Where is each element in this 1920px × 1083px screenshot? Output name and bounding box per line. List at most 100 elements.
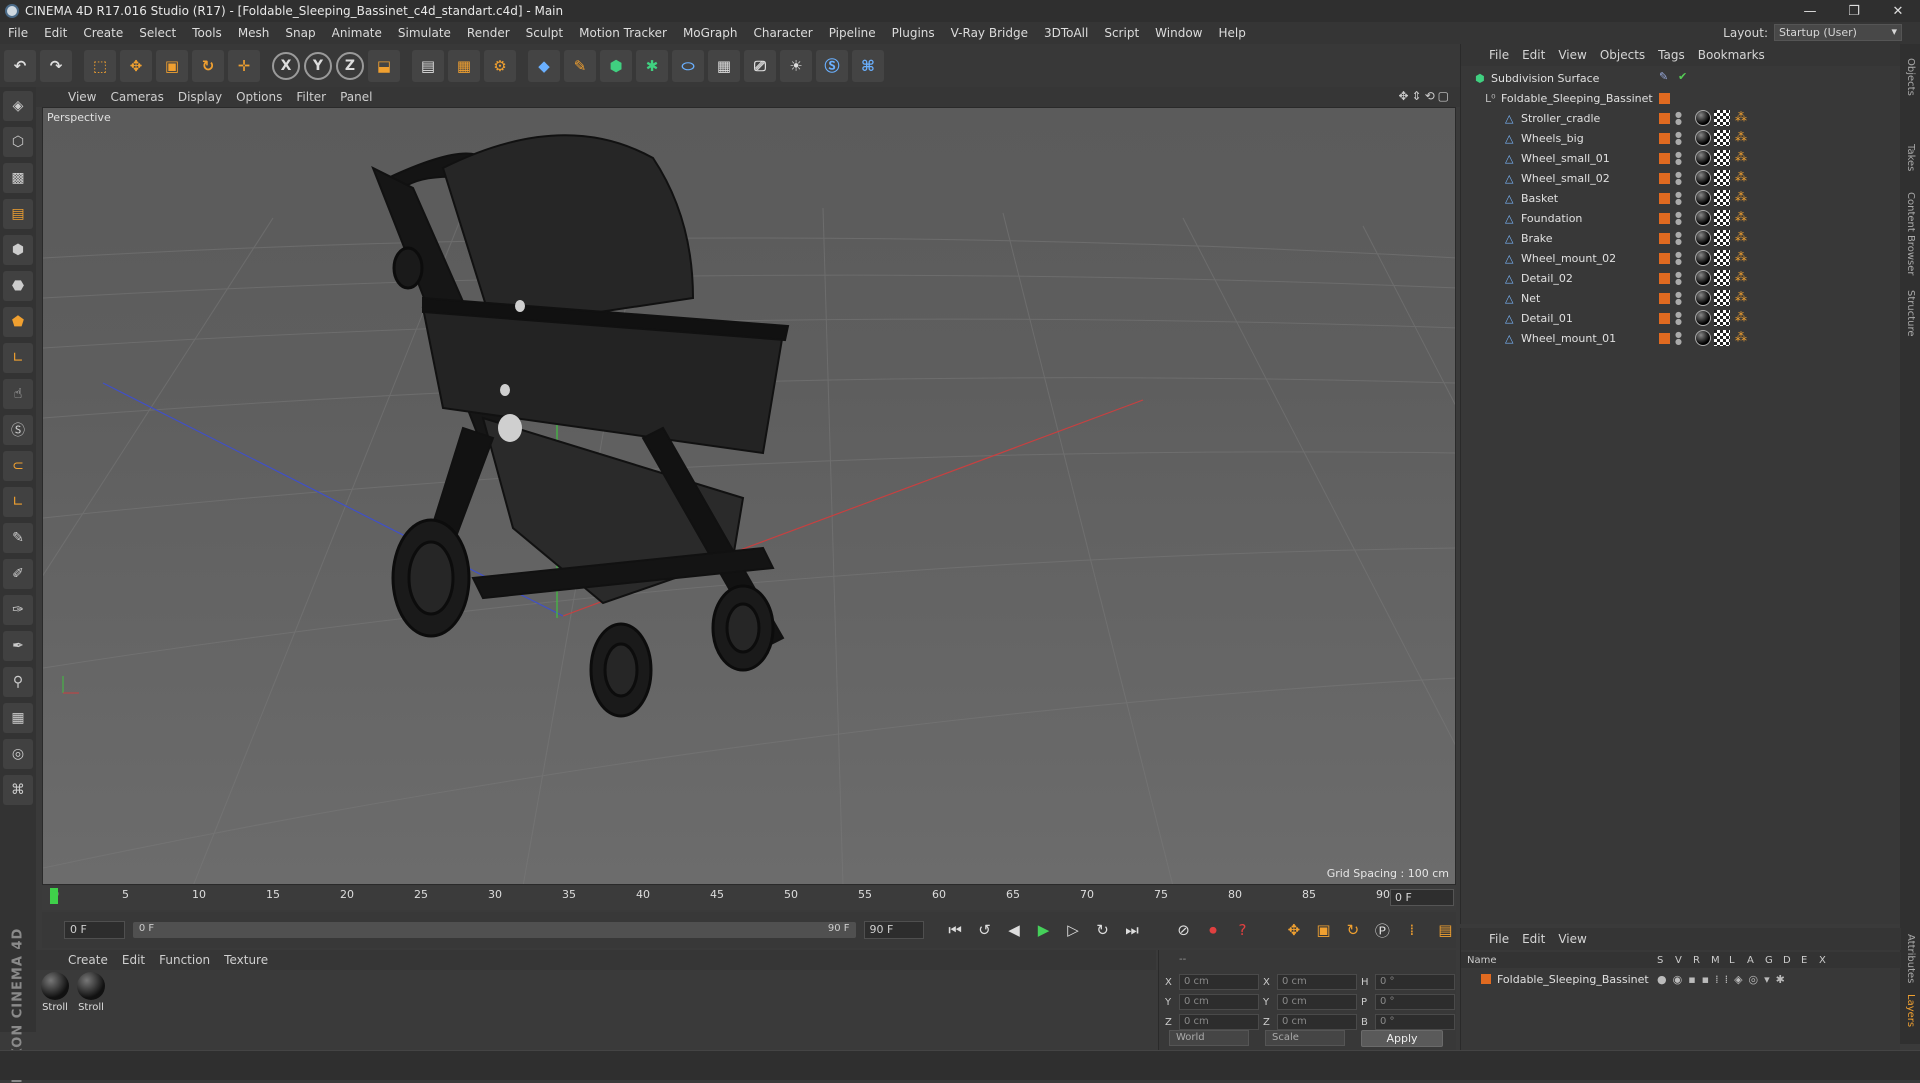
- menu-snap[interactable]: Snap: [277, 26, 323, 40]
- menu-script[interactable]: Script: [1096, 26, 1147, 40]
- python-script-icon[interactable]: ⌘: [3, 775, 33, 805]
- tree-item-child[interactable]: △ Wheel_small_01 ● ● ⁂: [1461, 148, 1901, 168]
- visibility-dots[interactable]: ● ●: [1675, 291, 1682, 306]
- grid-lock-icon[interactable]: ▦: [3, 703, 33, 733]
- apply-button[interactable]: Apply: [1361, 1030, 1443, 1047]
- visibility-dots[interactable]: ● ●: [1675, 311, 1682, 326]
- visibility-dots[interactable]: ● ●: [1675, 271, 1682, 286]
- tree-item-root[interactable]: ⬢ Subdivision Surface ✎ ✔: [1461, 68, 1901, 88]
- phong-tag-icon[interactable]: ⁂: [1733, 250, 1749, 266]
- next-frame-icon[interactable]: ▷: [1062, 919, 1083, 941]
- tree-item-child[interactable]: △ Detail_02 ● ● ⁂: [1461, 268, 1901, 288]
- layer-menu-file[interactable]: File: [1485, 932, 1518, 946]
- menu-create[interactable]: Create: [75, 26, 131, 40]
- cube-primitive-icon[interactable]: ◆: [528, 49, 560, 82]
- live-selection-icon[interactable]: ⬚: [84, 49, 116, 82]
- material-tag-icon[interactable]: [1695, 110, 1711, 126]
- material-tag-icon[interactable]: [1695, 230, 1711, 246]
- redo-icon[interactable]: ↷: [40, 49, 72, 82]
- viewport-menu-options[interactable]: Options: [232, 90, 292, 104]
- uvw-tag-icon[interactable]: [1714, 250, 1730, 266]
- cloner-icon[interactable]: ✱: [636, 49, 668, 82]
- tree-item-child[interactable]: △ Basket ● ● ⁂: [1461, 188, 1901, 208]
- uvw-tag-icon[interactable]: [1714, 310, 1730, 326]
- menu-mograph[interactable]: MoGraph: [675, 26, 746, 40]
- play-icon[interactable]: ▶: [1033, 919, 1054, 941]
- previous-key-icon[interactable]: ↺: [974, 919, 995, 941]
- key-position-icon[interactable]: ✥: [1283, 919, 1304, 941]
- menu-render[interactable]: Render: [459, 26, 518, 40]
- menu-motion-tracker[interactable]: Motion Tracker: [571, 26, 675, 40]
- material-tag-icon[interactable]: [1695, 310, 1711, 326]
- render-picture-viewer-icon[interactable]: ▦: [448, 49, 480, 82]
- obj-menu-tags[interactable]: Tags: [1654, 48, 1694, 62]
- axis-mode-icon[interactable]: ∟: [3, 343, 33, 373]
- menu-character[interactable]: Character: [745, 26, 820, 40]
- tab-objects[interactable]: Objects: [1905, 58, 1916, 96]
- previous-frame-icon[interactable]: ◀: [1003, 919, 1024, 941]
- obj-menu-view[interactable]: View: [1554, 48, 1595, 62]
- uvw-tag-icon[interactable]: [1714, 290, 1730, 306]
- size-field[interactable]: 0 cm: [1277, 994, 1357, 1010]
- material-tag-icon[interactable]: [1695, 170, 1711, 186]
- polygons-mode-icon[interactable]: ⬟: [3, 307, 33, 337]
- move-tool-icon[interactable]: ✥: [120, 49, 152, 82]
- tab-attributes[interactable]: Attributes: [1905, 934, 1916, 983]
- material-tag-icon[interactable]: [1695, 210, 1711, 226]
- next-key-icon[interactable]: ↻: [1092, 919, 1113, 941]
- smooth-icon[interactable]: ✒: [3, 631, 33, 661]
- obj-menu-objects[interactable]: Objects: [1596, 48, 1654, 62]
- rotation-field[interactable]: 0 °: [1375, 994, 1455, 1010]
- sculpt-brush-icon[interactable]: ✎: [3, 523, 33, 553]
- model-mode-icon[interactable]: ⬡: [3, 127, 33, 157]
- layer-color-tag[interactable]: [1659, 252, 1670, 264]
- visibility-toggles[interactable]: ✎ ✔: [1659, 70, 1694, 86]
- phong-tag-icon[interactable]: ⁂: [1733, 150, 1749, 166]
- points-mode-icon[interactable]: ⬢: [3, 235, 33, 265]
- material-menu-create[interactable]: Create: [64, 953, 118, 967]
- layer-color-tag[interactable]: [1659, 312, 1670, 324]
- material-tag-icon[interactable]: [1695, 250, 1711, 266]
- relax-icon[interactable]: ✑: [3, 595, 33, 625]
- material-swatch[interactable]: Stroll: [40, 972, 70, 1048]
- snap-icon[interactable]: Ⓢ: [3, 415, 33, 445]
- menu-plugins[interactable]: Plugins: [884, 26, 943, 40]
- menu-animate[interactable]: Animate: [324, 26, 390, 40]
- tab-layers[interactable]: Layers: [1905, 994, 1916, 1027]
- viewport-navigation-icons[interactable]: ✥⇕⟲▢: [1398, 89, 1452, 103]
- tab-takes[interactable]: Takes: [1905, 144, 1916, 171]
- uvw-tag-icon[interactable]: [1714, 210, 1730, 226]
- frame-ruler[interactable]: 0 5 10 15 20 25 30 35 40 45 50 55 60 65 …: [50, 886, 1390, 910]
- spline-pen-icon[interactable]: ✎: [564, 49, 596, 82]
- x-axis-lock-icon[interactable]: X: [272, 51, 300, 80]
- texture-mode-icon[interactable]: ▩: [3, 163, 33, 193]
- layer-color-tag[interactable]: [1659, 232, 1670, 244]
- visibility-dots[interactable]: ● ●: [1675, 171, 1682, 186]
- visibility-dots[interactable]: ● ●: [1675, 151, 1682, 166]
- layer-toggle-icons[interactable]: ●◉▪▪⁞⁞◈◎▾✱: [1657, 973, 1791, 986]
- vray-icon[interactable]: Ⓢ: [816, 49, 848, 82]
- position-field[interactable]: 0 cm: [1179, 994, 1259, 1010]
- key-rotation-icon[interactable]: ↻: [1342, 919, 1363, 941]
- menu-mesh[interactable]: Mesh: [230, 26, 278, 40]
- menu-vray-bridge[interactable]: V-Ray Bridge: [943, 26, 1036, 40]
- coordinate-system-icon[interactable]: ⬓: [368, 49, 400, 82]
- magnet-icon[interactable]: ⊂: [3, 451, 33, 481]
- lock-workplane-icon[interactable]: ⚲: [3, 667, 33, 697]
- timeline-options-icon[interactable]: ▤: [1435, 919, 1456, 941]
- material-menu-edit[interactable]: Edit: [118, 953, 155, 967]
- subdivision-surface-icon[interactable]: ⬢: [600, 49, 632, 82]
- phong-tag-icon[interactable]: ⁂: [1733, 190, 1749, 206]
- max-frame-field[interactable]: 90 F: [863, 921, 925, 939]
- tree-item-child[interactable]: △ Detail_01 ● ● ⁂: [1461, 308, 1901, 328]
- go-to-start-icon[interactable]: ⏮: [944, 919, 965, 941]
- material-tag-icon[interactable]: [1695, 130, 1711, 146]
- deformer-icon[interactable]: ⬭: [672, 49, 704, 82]
- material-menu-function[interactable]: Function: [155, 953, 220, 967]
- menu-sculpt[interactable]: Sculpt: [518, 26, 571, 40]
- phong-tag-icon[interactable]: ⁂: [1733, 270, 1749, 286]
- layout-dropdown[interactable]: Startup (User): [1774, 24, 1902, 41]
- go-to-end-icon[interactable]: ⏭: [1121, 919, 1142, 941]
- tree-item-child[interactable]: △ Wheel_mount_02 ● ● ⁂: [1461, 248, 1901, 268]
- viewport-menu-display[interactable]: Display: [174, 90, 232, 104]
